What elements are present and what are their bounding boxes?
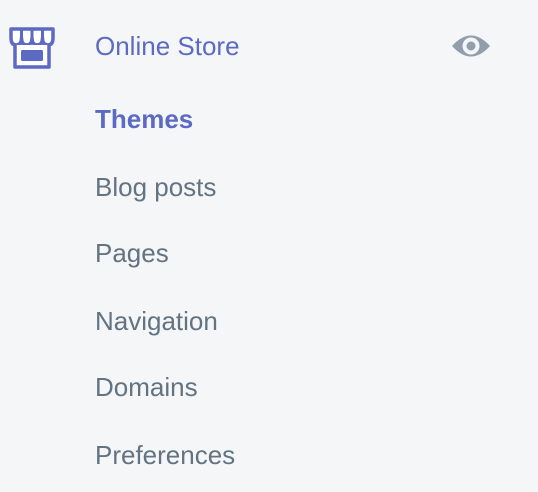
nav-item-pages[interactable]: Pages (95, 236, 169, 270)
nav-item-navigation[interactable]: Navigation (95, 304, 218, 338)
nav-item-themes[interactable]: Themes (95, 102, 193, 136)
store-icon (9, 27, 55, 69)
section-title[interactable]: Online Store (95, 29, 240, 63)
online-store-section[interactable]: Online Store (0, 0, 538, 92)
eye-icon[interactable] (450, 29, 492, 63)
nav-item-blog-posts[interactable]: Blog posts (95, 170, 216, 204)
nav-item-preferences[interactable]: Preferences (95, 438, 235, 472)
sidebar-nav: Online Store Themes Blog posts Pages Nav… (0, 0, 538, 492)
nav-item-domains[interactable]: Domains (95, 370, 198, 404)
